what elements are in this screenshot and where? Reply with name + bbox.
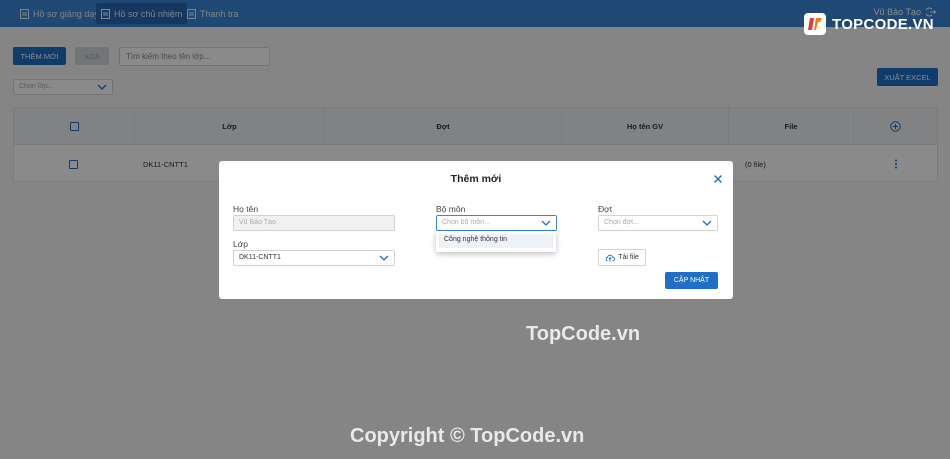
name-field: Vũ Bảo Tạo [233, 215, 395, 231]
department-dropdown: Công nghệ thông tin [436, 231, 556, 252]
period-select[interactable]: Chọn đợt... [598, 215, 718, 231]
update-button[interactable]: Cập nhật [665, 272, 718, 289]
class-select[interactable]: DK11-CNTT1 [233, 250, 395, 266]
department-option[interactable]: Công nghệ thông tin [439, 234, 553, 248]
department-placeholder: Chọn bộ môn... [442, 219, 490, 226]
period-placeholder: Chọn đợt... [604, 219, 639, 226]
department-select[interactable]: Chọn bộ môn... [436, 215, 557, 231]
modal-title: Thêm mới [450, 173, 502, 185]
chevron-down-icon [379, 255, 389, 261]
close-icon[interactable] [713, 174, 723, 184]
chevron-down-icon [702, 220, 712, 226]
class-value: DK11-CNTT1 [239, 254, 281, 261]
topcode-logo-icon [804, 13, 826, 35]
class-label: Lớp [233, 239, 249, 249]
topcode-logo: TOPCODE.VN [802, 11, 934, 37]
upload-file-button[interactable]: Tải file [598, 249, 646, 266]
cloud-upload-icon [605, 254, 616, 261]
topcode-logo-text: TOPCODE.VN [832, 15, 934, 33]
department-label: Bộ môn [436, 204, 466, 214]
chevron-down-icon [541, 220, 551, 226]
upload-label: Tải file [618, 254, 639, 261]
period-label: Đợt [598, 204, 613, 214]
watermark-copyright: Copyright © TopCode.vn [350, 425, 585, 447]
watermark-center: TopCode.vn [526, 323, 641, 345]
name-value: Vũ Bảo Tạo [239, 219, 276, 226]
name-label: Họ tên [233, 204, 259, 214]
